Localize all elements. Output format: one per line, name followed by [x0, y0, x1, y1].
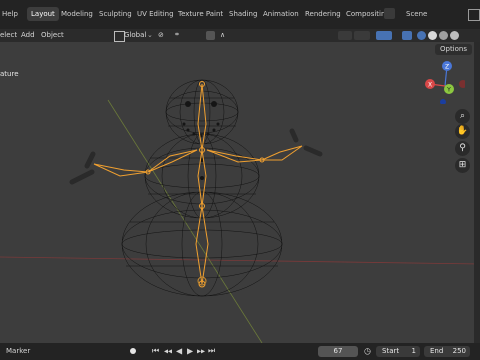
gizmo-neg-x[interactable]: [459, 80, 465, 88]
grid-view-icon[interactable]: ⊞: [455, 158, 470, 173]
gizmo-z-label: Z: [445, 64, 449, 71]
menu-object[interactable]: Object: [41, 31, 64, 39]
viewport-info-label: ature: [0, 70, 19, 78]
start-value: 1: [411, 347, 416, 355]
tab-compositing[interactable]: Compositin: [346, 10, 385, 18]
viewport-scene[interactable]: [0, 42, 480, 343]
rendered-shading-icon[interactable]: [450, 31, 459, 40]
tab-sculpting[interactable]: Sculpting: [99, 10, 132, 18]
new-scene-icon[interactable]: [468, 9, 480, 21]
current-frame-field[interactable]: 67: [318, 346, 358, 357]
pan-hand-icon[interactable]: ✋: [455, 124, 470, 139]
snowman-wireframe: [121, 79, 283, 297]
camera-icon[interactable]: ⚲: [455, 141, 470, 156]
3d-viewport[interactable]: Z X Y: [0, 42, 480, 343]
scene-selector[interactable]: Scene: [406, 10, 427, 18]
next-keyframe-icon[interactable]: ▸▸: [197, 347, 205, 356]
gizmo-x-label: X: [428, 82, 432, 89]
material-shading-icon[interactable]: [439, 31, 448, 40]
overlay-icon[interactable]: [376, 31, 392, 40]
end-frame-field[interactable]: End 250: [424, 346, 470, 357]
start-label: Start: [382, 347, 400, 355]
play-reverse-icon[interactable]: ◀: [176, 347, 182, 356]
options-dropdown[interactable]: Options: [435, 44, 472, 55]
wireframe-shading-icon[interactable]: [417, 31, 426, 40]
tab-modeling[interactable]: Modeling: [61, 10, 93, 18]
gizmo-neg-z[interactable]: [440, 99, 446, 104]
falloff-icon[interactable]: ∧: [220, 31, 225, 39]
prev-keyframe-icon[interactable]: ◂◂: [164, 347, 172, 356]
end-label: End: [430, 347, 444, 355]
tab-layout[interactable]: Layout: [27, 7, 59, 21]
proportional-edit-icon[interactable]: [206, 31, 215, 40]
gizmo-icon[interactable]: [354, 31, 370, 40]
marker-menu[interactable]: Marker: [6, 347, 30, 355]
arm-sticks: [69, 128, 323, 185]
x-axis-line: [0, 256, 480, 265]
sidebar-toggle-strip[interactable]: [474, 42, 480, 343]
tab-rendering[interactable]: Rendering: [305, 10, 341, 18]
chevron-down-icon[interactable]: ⌄: [147, 31, 153, 39]
tab-shading[interactable]: Shading: [229, 10, 257, 18]
y-axis-line: [107, 99, 263, 343]
xray-icon[interactable]: [402, 31, 412, 40]
tab-uv-editing[interactable]: UV Editing: [137, 10, 174, 18]
orientation-selector[interactable]: Global: [124, 31, 146, 39]
snap-icon[interactable]: ⌗: [175, 31, 179, 40]
zoom-icon[interactable]: ⌕: [455, 109, 470, 124]
timeline-bar: Marker ⏮ ◂◂ ◀ ▶ ▸▸ ⏭ 67 ◷ Start 1 End 25…: [0, 343, 480, 360]
scene-icon[interactable]: [384, 8, 395, 19]
pivot-icon[interactable]: ⊘: [158, 31, 164, 39]
solid-shading-icon[interactable]: [428, 31, 437, 40]
jump-end-icon[interactable]: ⏭: [208, 346, 215, 356]
clock-icon[interactable]: ◷: [364, 347, 371, 356]
menu-help[interactable]: Help: [2, 10, 18, 18]
armature-bones[interactable]: [93, 81, 303, 288]
menu-add[interactable]: Add: [21, 31, 35, 39]
visibility-icon[interactable]: [338, 31, 352, 40]
start-frame-field[interactable]: Start 1: [376, 346, 420, 357]
jump-start-icon[interactable]: ⏮: [152, 346, 159, 356]
tab-animation[interactable]: Animation: [263, 10, 299, 18]
navigation-gizmo[interactable]: Z X Y: [425, 60, 465, 104]
end-value: 250: [452, 347, 466, 355]
record-icon[interactable]: [130, 348, 136, 354]
workspace-topbar: Help Layout Modeling Sculpting UV Editin…: [0, 0, 480, 29]
play-icon[interactable]: ▶: [187, 347, 193, 356]
menu-select[interactable]: elect: [0, 31, 17, 39]
tab-texture-paint[interactable]: Texture Paint: [178, 10, 223, 18]
gizmo-y-label: Y: [446, 87, 451, 94]
